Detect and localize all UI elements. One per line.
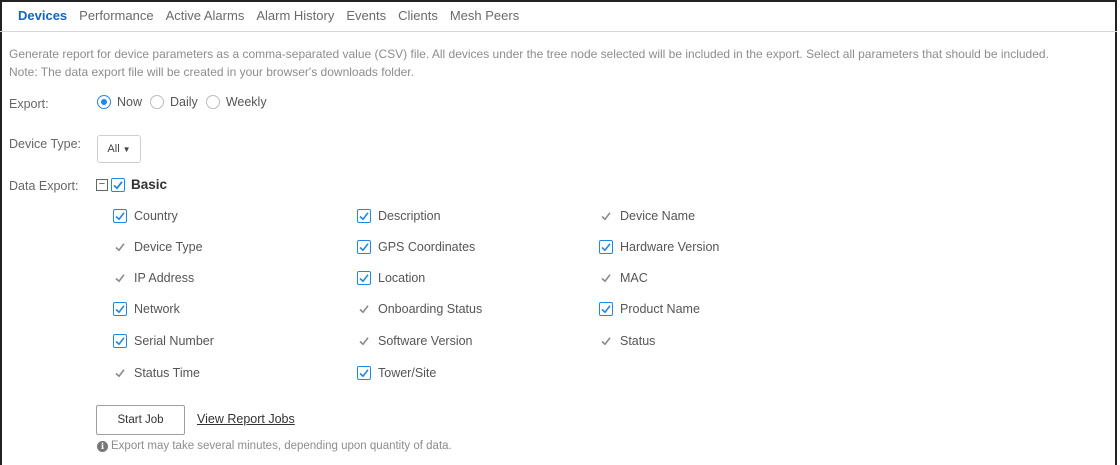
option-gps-coordinates-checkbox[interactable]: GPS Coordinates <box>357 240 475 254</box>
checkbox-unchecked-icon <box>357 334 371 348</box>
checkbox-unchecked-icon <box>599 334 613 348</box>
checkbox-unchecked-icon <box>113 240 127 254</box>
export-daily-label: Daily <box>170 95 198 109</box>
checkbox-checked-icon <box>113 209 127 223</box>
checkbox-checked-icon <box>357 366 371 380</box>
option-location-checkbox[interactable]: Location <box>357 271 425 285</box>
description-line: Generate report for device parameters as… <box>9 47 1049 61</box>
tab-bar: Devices Performance Active Alarms Alarm … <box>0 0 1117 32</box>
option-label: IP Address <box>134 271 195 285</box>
export-now-radio[interactable]: Now <box>97 95 142 109</box>
checkmark-icon <box>113 180 123 190</box>
option-label: Network <box>134 302 180 316</box>
option-tower-site-checkbox[interactable]: Tower/Site <box>357 366 436 380</box>
option-ip-address-checkbox[interactable]: IP Address <box>113 271 194 285</box>
option-label: Onboarding Status <box>378 302 483 316</box>
option-label: MAC <box>620 271 648 285</box>
info-icon: i <box>97 440 108 452</box>
option-label: Country <box>134 209 178 223</box>
option-label: Tower/Site <box>378 366 437 380</box>
basic-group-header: − Basic <box>96 177 167 192</box>
checkbox-unchecked-icon <box>113 366 127 380</box>
checkbox-unchecked-icon <box>113 271 127 285</box>
tab-events[interactable]: Events <box>346 8 386 23</box>
checkbox-checked-icon <box>357 271 371 285</box>
option-hardware-version-checkbox[interactable]: Hardware Version <box>599 240 719 254</box>
device-type-value: All <box>107 143 120 155</box>
option-label: Hardware Version <box>620 240 720 254</box>
start-job-button[interactable]: Start Job <box>96 405 185 435</box>
option-serial-number-checkbox[interactable]: Serial Number <box>113 334 214 348</box>
checkbox-checked-icon <box>113 334 127 348</box>
option-software-version-checkbox[interactable]: Software Version <box>357 334 473 348</box>
basic-group-label: Basic <box>131 177 168 192</box>
option-label: GPS Coordinates <box>378 240 476 254</box>
option-mac-checkbox[interactable]: MAC <box>599 271 648 285</box>
tab-clients[interactable]: Clients <box>398 8 438 23</box>
tab-mesh-peers[interactable]: Mesh Peers <box>450 8 519 23</box>
checkbox-checked-icon <box>113 302 127 316</box>
radio-icon <box>205 95 220 109</box>
export-now-label: Now <box>117 95 143 109</box>
option-status-checkbox[interactable]: Status <box>599 334 655 348</box>
view-report-jobs-link[interactable]: View Report Jobs <box>197 412 295 426</box>
export-weekly-label: Weekly <box>225 95 267 109</box>
option-description-checkbox[interactable]: Description <box>357 209 441 223</box>
option-device-type-checkbox[interactable]: Device Type <box>113 240 203 254</box>
option-network-checkbox[interactable]: Network <box>113 302 180 316</box>
option-label: Status <box>620 334 656 348</box>
export-daily-radio[interactable]: Daily <box>150 95 198 109</box>
caret-down-icon: ▼ <box>122 144 131 154</box>
collapse-icon[interactable]: − <box>96 178 108 191</box>
option-status-time-checkbox[interactable]: Status Time <box>113 366 200 380</box>
description-note: Note: The data export file will be creat… <box>9 65 414 79</box>
data-export-label: Data Export: <box>9 179 79 193</box>
export-note-text: Export may take several minutes, dependi… <box>111 440 452 452</box>
export-note: i Export may take several minutes, depen… <box>97 440 452 452</box>
option-label: Status Time <box>134 366 200 380</box>
report-description: Generate report for device parameters as… <box>9 45 1114 81</box>
export-radio-group: Now Daily Weekly <box>97 95 275 109</box>
option-device-name-checkbox[interactable]: Device Name <box>599 209 695 223</box>
radio-icon <box>150 95 165 109</box>
tab-active-alarms[interactable]: Active Alarms <box>166 8 245 23</box>
checkbox-checked-icon <box>599 240 613 254</box>
checkbox-checked-icon <box>599 302 613 316</box>
checkbox-unchecked-icon <box>599 209 613 223</box>
device-type-label: Device Type: <box>9 137 82 151</box>
radio-selected-icon <box>97 95 111 109</box>
option-product-name-checkbox[interactable]: Product Name <box>599 302 700 316</box>
option-label: Product Name <box>620 302 700 316</box>
export-label: Export: <box>9 97 49 111</box>
option-label: Software Version <box>378 334 473 348</box>
basic-checkbox[interactable] <box>111 177 125 192</box>
option-country-checkbox[interactable]: Country <box>113 209 178 223</box>
checkbox-checked-icon <box>357 240 371 254</box>
option-label: Serial Number <box>134 334 214 348</box>
export-weekly-radio[interactable]: Weekly <box>205 95 267 109</box>
option-label: Device Name <box>620 209 696 223</box>
option-onboarding-status-checkbox[interactable]: Onboarding Status <box>357 302 482 316</box>
tab-alarm-history[interactable]: Alarm History <box>256 8 334 23</box>
device-type-dropdown[interactable]: All ▼ <box>97 135 141 163</box>
option-label: Location <box>378 271 426 285</box>
option-label: Description <box>378 209 441 223</box>
tab-performance[interactable]: Performance <box>79 8 153 23</box>
checkbox-unchecked-icon <box>599 271 613 285</box>
option-label: Device Type <box>134 240 203 254</box>
checkbox-unchecked-icon <box>357 302 371 316</box>
checkbox-checked-icon <box>357 209 371 223</box>
tab-devices[interactable]: Devices <box>18 8 67 23</box>
